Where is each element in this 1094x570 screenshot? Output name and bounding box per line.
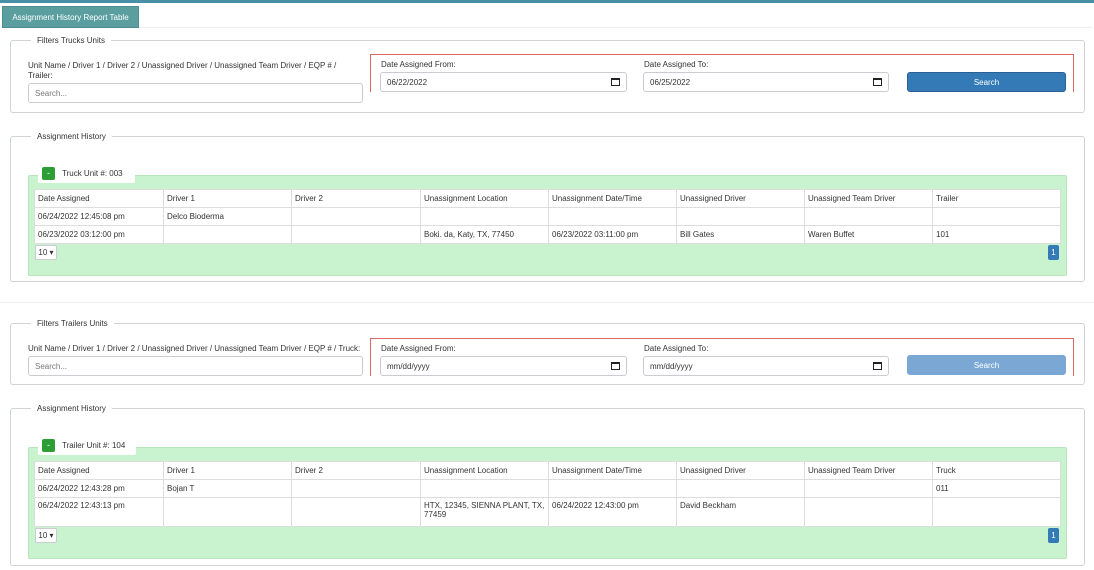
truck-history-legend: Assignment History [37,132,106,141]
table-cell [291,207,421,226]
section-divider [0,302,1094,303]
table-cell [163,497,292,527]
trailer-search-button[interactable]: Search [907,355,1066,375]
trailer-date-to-value: mm/dd/yyyy [650,361,693,371]
table-cell: 06/23/2022 03:12:00 pm [34,225,164,244]
trailer-unit-label: Trailer Unit #: 104 [62,440,126,450]
column-header[interactable]: Unassigned Team Driver [804,189,933,208]
calendar-icon[interactable] [873,78,882,86]
table-cell [291,479,421,498]
table-cell [676,479,805,498]
truck-page-1-button[interactable]: 1 [1048,245,1059,260]
table-cell: Bill Gates [676,225,805,244]
calendar-icon[interactable] [611,362,620,370]
trailer-history-legend: Assignment History [37,404,106,413]
table-cell [163,225,292,244]
truck-unit-label: Truck Unit #: 003 [62,168,123,178]
truck-unit-header: - Truck Unit #: 003 [38,163,135,183]
trailer-search-label: Unit Name / Driver 1 / Driver 2 / Unassi… [28,344,361,353]
table-cell [291,497,421,527]
column-header[interactable]: Driver 2 [291,189,421,208]
table-header-row: Date Assigned Driver 1 Driver 2 Unassign… [34,189,1061,208]
collapse-minus-icon[interactable]: - [42,438,55,452]
table-row[interactable]: 06/23/2022 03:12:00 pm Boki. da, Katy, T… [34,225,1061,244]
table-row[interactable]: 06/24/2022 12:43:28 pm Bojan T 011 [34,479,1061,498]
column-header[interactable]: Unassigned Driver [676,461,805,480]
trailer-page-size-select[interactable]: 10 ▾ [35,528,57,543]
truck-date-from-label: Date Assigned From: [381,60,456,69]
calendar-icon[interactable] [873,362,882,370]
table-row[interactable]: 06/24/2022 12:43:13 pm HTX, 12345, SIENN… [34,497,1061,527]
column-header[interactable]: Unassigned Driver [676,189,805,208]
trailer-date-from-input[interactable]: mm/dd/yyyy [380,356,627,376]
column-header[interactable]: Unassignment Date/Time [548,189,677,208]
table-cell: 101 [932,225,1061,244]
column-header[interactable]: Trailer [932,189,1061,208]
trailer-date-from-label: Date Assigned From: [381,344,456,353]
top-accent-bar [0,0,1094,3]
truck-date-from-value: 06/22/2022 [387,77,428,87]
trailer-history-table: Date Assigned Driver 1 Driver 2 Unassign… [34,461,1061,527]
table-row[interactable]: 06/24/2022 12:45:08 pm Delco Bioderma [34,207,1061,226]
truck-search-input[interactable] [28,83,363,103]
truck-search-label: Unit Name / Driver 1 / Driver 2 / Unassi… [28,61,337,80]
assignment-history-report-tab[interactable]: Assignment History Report Table [2,6,139,28]
table-cell [804,497,933,527]
table-cell [932,207,1061,226]
trailer-page-1-button[interactable]: 1 [1048,528,1059,543]
column-header[interactable]: Unassignment Location [420,189,549,208]
table-cell [932,497,1061,527]
trailer-unit-header: - Trailer Unit #: 104 [38,435,136,455]
column-header[interactable]: Date Assigned [34,461,164,480]
table-cell [420,479,549,498]
column-header[interactable]: Truck [932,461,1061,480]
collapse-minus-icon[interactable]: - [42,166,55,180]
trailer-date-from-value: mm/dd/yyyy [387,361,430,371]
truck-date-to-label: Date Assigned To: [644,60,709,69]
column-header[interactable]: Unassignment Location [420,461,549,480]
column-header[interactable]: Driver 1 [163,461,292,480]
table-cell [804,479,933,498]
tab-divider [139,27,1092,28]
table-cell [676,207,805,226]
table-cell: 06/23/2022 03:11:00 pm [548,225,677,244]
column-header[interactable]: Unassignment Date/Time [548,461,677,480]
table-cell [291,225,421,244]
table-cell [420,207,549,226]
truck-page-size-select[interactable]: 10 ▾ [35,245,57,260]
truck-date-to-input[interactable]: 06/25/2022 [643,72,889,92]
table-header-row: Date Assigned Driver 1 Driver 2 Unassign… [34,461,1061,480]
truck-search-button[interactable]: Search [907,72,1066,92]
table-cell: Bojan T [163,479,292,498]
truck-history-table: Date Assigned Driver 1 Driver 2 Unassign… [34,189,1061,244]
truck-filters-legend: Filters Trucks Units [37,36,106,45]
table-cell: 06/24/2022 12:43:13 pm [34,497,164,527]
table-cell [548,479,677,498]
table-cell [804,207,933,226]
column-header[interactable]: Unassigned Team Driver [804,461,933,480]
column-header[interactable]: Date Assigned [34,189,164,208]
table-cell: Boki. da, Katy, TX, 77450 [420,225,549,244]
table-cell: Delco Bioderma [163,207,292,226]
table-cell [548,207,677,226]
trailer-filters-legend: Filters Trailers Units [37,319,108,328]
table-cell: David Beckham [676,497,805,527]
truck-date-to-value: 06/25/2022 [650,77,691,87]
table-cell: 06/24/2022 12:43:28 pm [34,479,164,498]
table-cell: HTX, 12345, SIENNA PLANT, TX, 77459 [420,497,549,527]
calendar-icon[interactable] [611,78,620,86]
table-cell: Waren Buffet [804,225,933,244]
table-cell: 011 [932,479,1061,498]
truck-date-from-input[interactable]: 06/22/2022 [380,72,627,92]
table-cell: 06/24/2022 12:43:00 pm [548,497,677,527]
trailer-date-to-label: Date Assigned To: [644,344,709,353]
column-header[interactable]: Driver 2 [291,461,421,480]
column-header[interactable]: Driver 1 [163,189,292,208]
trailer-search-input[interactable] [28,356,363,376]
trailer-date-to-input[interactable]: mm/dd/yyyy [643,356,889,376]
table-cell: 06/24/2022 12:45:08 pm [34,207,164,226]
